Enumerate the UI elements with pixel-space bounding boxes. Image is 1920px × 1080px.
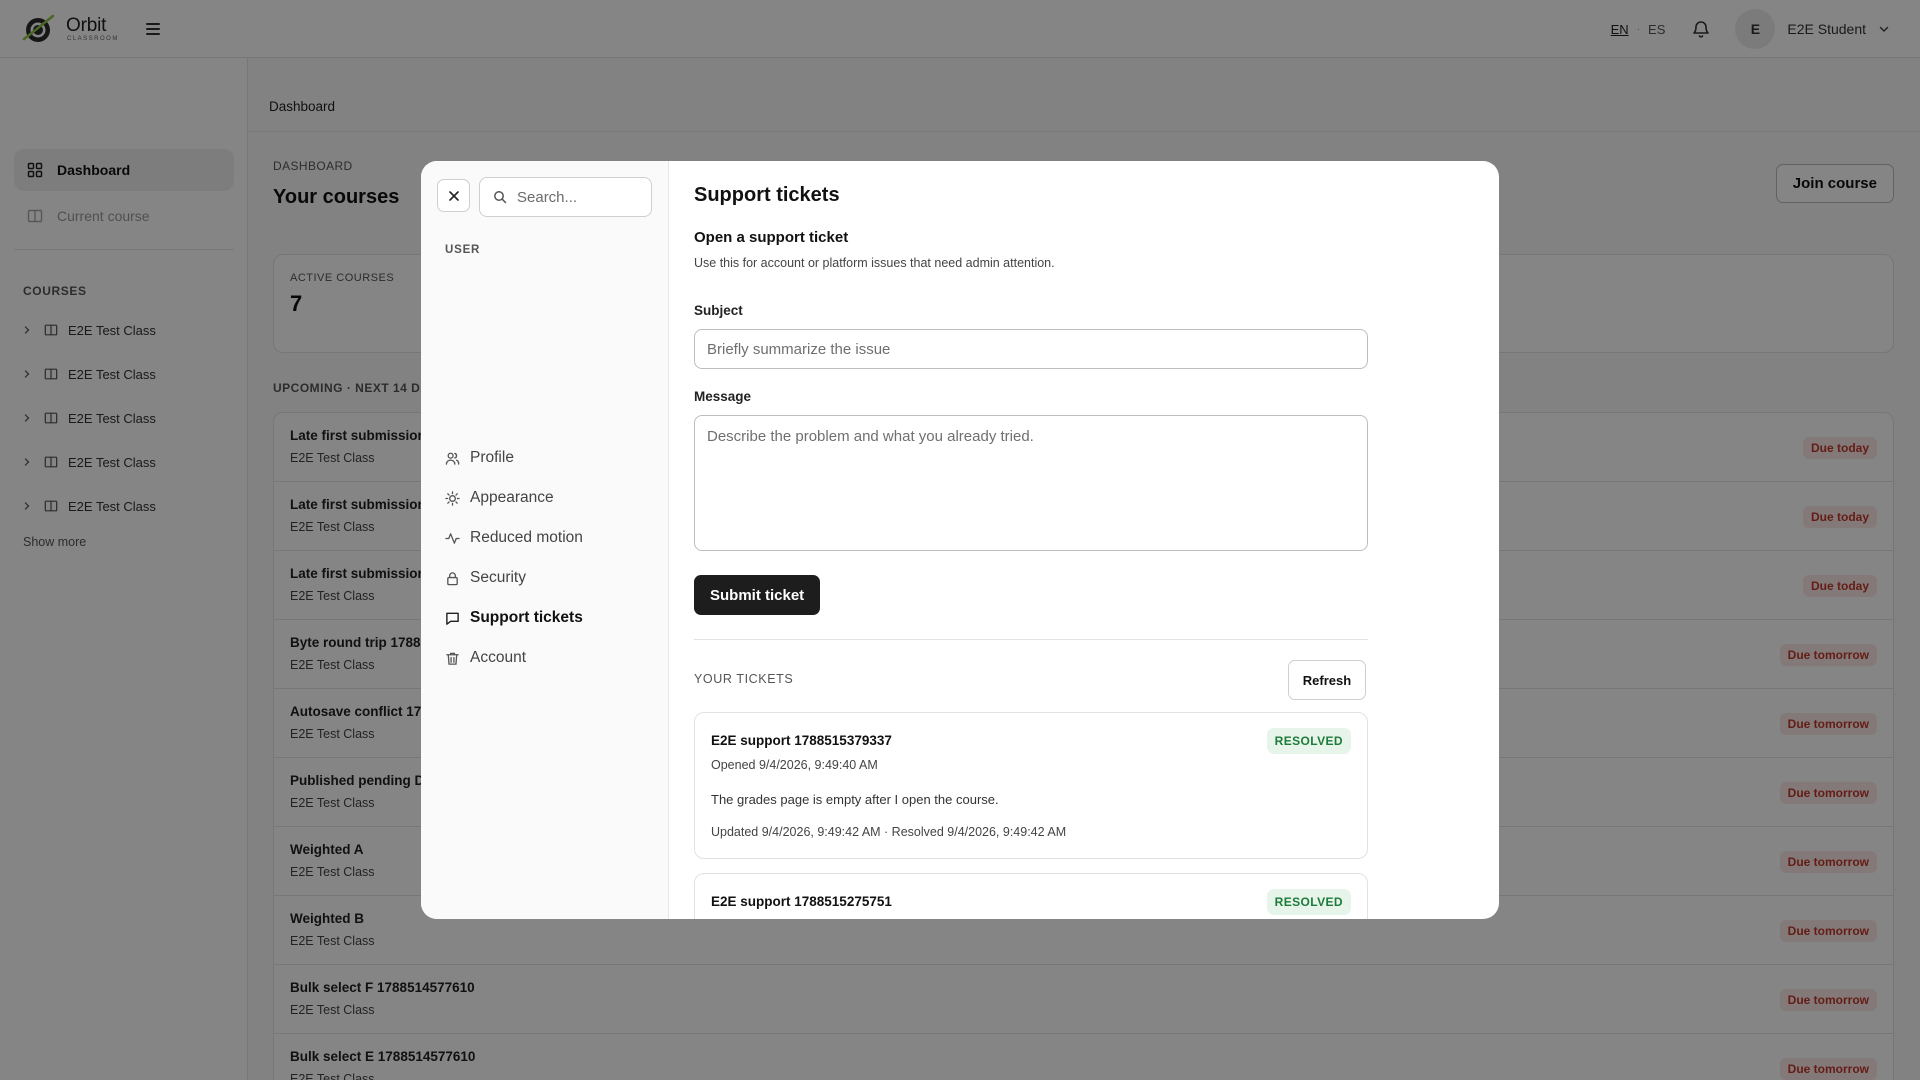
settings-item-label: Support tickets bbox=[470, 609, 583, 626]
subject-label: Subject bbox=[694, 303, 743, 318]
settings-modal: USER Profile Appearance Reduced motion S… bbox=[421, 161, 1499, 919]
ticket-card[interactable]: E2E support 1788515275751 RESOLVED bbox=[694, 873, 1368, 919]
your-tickets-label: YOUR TICKETS bbox=[694, 672, 794, 686]
ticket-title: E2E support 1788515379337 bbox=[711, 733, 892, 748]
search-input[interactable] bbox=[517, 188, 647, 206]
close-button[interactable] bbox=[437, 179, 470, 212]
settings-item-account[interactable]: Account bbox=[445, 646, 526, 670]
submit-ticket-button[interactable]: Submit ticket bbox=[694, 575, 821, 615]
settings-item-label: Appearance bbox=[470, 489, 554, 506]
settings-item-label: Reduced motion bbox=[470, 529, 583, 546]
settings-item-appearance[interactable]: Appearance bbox=[445, 486, 554, 510]
close-icon bbox=[448, 190, 459, 201]
settings-item-profile[interactable]: Profile bbox=[445, 446, 514, 470]
form-heading: Open a support ticket bbox=[694, 229, 849, 246]
settings-item-security[interactable]: Security bbox=[445, 566, 526, 590]
activity-icon bbox=[445, 532, 460, 544]
settings-sidebar: USER Profile Appearance Reduced motion S… bbox=[421, 161, 669, 919]
settings-item-label: Account bbox=[470, 649, 527, 666]
ticket-card[interactable]: E2E support 1788515379337 RESOLVED Opene… bbox=[694, 712, 1368, 859]
ticket-opened-date: Opened 9/4/2026, 9:49:40 AM bbox=[711, 758, 878, 772]
settings-item-label: Profile bbox=[470, 449, 514, 466]
form-description: Use this for account or platform issues … bbox=[694, 256, 1055, 270]
message-icon bbox=[446, 612, 459, 625]
ticket-message: The grades page is empty after I open th… bbox=[711, 792, 999, 807]
lock-icon bbox=[447, 571, 458, 585]
support-tickets-panel: Support tickets Open a support ticket Us… bbox=[670, 161, 1499, 919]
panel-title: Support tickets bbox=[694, 184, 840, 206]
trash-icon bbox=[446, 652, 459, 665]
settings-item-label: Security bbox=[470, 569, 526, 586]
settings-section-label: USER bbox=[445, 244, 481, 256]
settings-search[interactable] bbox=[479, 177, 652, 217]
search-icon bbox=[494, 191, 507, 204]
user-icon bbox=[445, 452, 460, 465]
ticket-updated-date: Updated 9/4/2026, 9:49:42 AM · Resolved … bbox=[711, 825, 1067, 839]
section-divider bbox=[694, 639, 1368, 640]
ticket-title: E2E support 1788515275751 bbox=[711, 894, 892, 909]
status-badge: RESOLVED bbox=[1266, 889, 1351, 915]
subject-input[interactable] bbox=[694, 329, 1368, 369]
message-label: Message bbox=[694, 389, 752, 404]
refresh-button[interactable]: Refresh bbox=[1288, 660, 1366, 700]
settings-item-support-tickets[interactable]: Support tickets bbox=[445, 606, 583, 630]
status-badge: RESOLVED bbox=[1266, 728, 1351, 754]
sun-icon bbox=[445, 490, 460, 506]
message-textarea[interactable] bbox=[694, 415, 1368, 551]
settings-item-reduced-motion[interactable]: Reduced motion bbox=[445, 526, 583, 550]
